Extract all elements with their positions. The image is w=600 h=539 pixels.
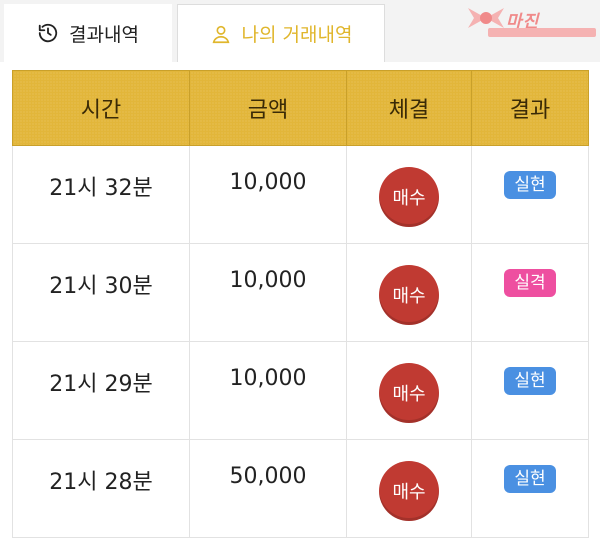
tab-my-history-label: 나의 거래내역 (241, 24, 353, 46)
table-row: 21시 32분 10,000 매수 실현 (12, 145, 589, 244)
result-badge: 실격 (504, 269, 556, 297)
header-amount: 금액 (189, 70, 347, 146)
cell-amount: 10,000 (189, 341, 347, 440)
cell-time: 21시 32분 (12, 145, 190, 244)
cell-trade: 매수 (346, 145, 472, 244)
cell-trade: 매수 (346, 439, 472, 538)
user-icon (210, 23, 232, 45)
cell-result: 실현 (471, 439, 589, 538)
table-row: 21시 29분 10,000 매수 실현 (12, 341, 589, 440)
table-header-row: 시간 금액 체결 결과 (12, 70, 589, 146)
site-logo: 마진 (466, 4, 596, 38)
cell-amount: 10,000 (189, 145, 347, 244)
cell-result: 실현 (471, 341, 589, 440)
tab-bar: 결과내역 나의 거래내역 마진 (0, 0, 600, 62)
tab-result-history[interactable]: 결과내역 (4, 4, 172, 62)
result-badge: 실현 (504, 367, 556, 395)
tab-my-history[interactable]: 나의 거래내역 (177, 4, 385, 62)
history-panel: 시간 금액 체결 결과 21시 32분 10,000 매수 실현 21시 30분… (0, 62, 600, 539)
cell-result: 실격 (471, 243, 589, 342)
cell-time: 21시 29분 (12, 341, 190, 440)
header-time: 시간 (12, 70, 190, 146)
cell-amount: 10,000 (189, 243, 347, 342)
tab-result-history-label: 결과내역 (69, 23, 139, 46)
result-badge: 실현 (504, 171, 556, 199)
cell-result: 실현 (471, 145, 589, 244)
header-result: 결과 (471, 70, 589, 146)
cell-amount: 50,000 (189, 439, 347, 538)
cell-trade: 매수 (346, 341, 472, 440)
table-row: 21시 28분 50,000 매수 실현 (12, 439, 589, 538)
cell-trade: 매수 (346, 243, 472, 342)
logo-tagline (488, 28, 596, 37)
table-row: 21시 30분 10,000 매수 실격 (12, 243, 589, 342)
header-trade: 체결 (346, 70, 472, 146)
result-badge: 실현 (504, 465, 556, 493)
buy-badge: 매수 (379, 265, 439, 325)
buy-badge: 매수 (379, 167, 439, 227)
cell-time: 21시 30분 (12, 243, 190, 342)
buy-badge: 매수 (379, 363, 439, 423)
trade-history-table: 시간 금액 체결 결과 21시 32분 10,000 매수 실현 21시 30분… (12, 70, 589, 538)
buy-badge: 매수 (379, 461, 439, 521)
cell-time: 21시 28분 (12, 439, 190, 538)
history-icon (37, 22, 59, 44)
